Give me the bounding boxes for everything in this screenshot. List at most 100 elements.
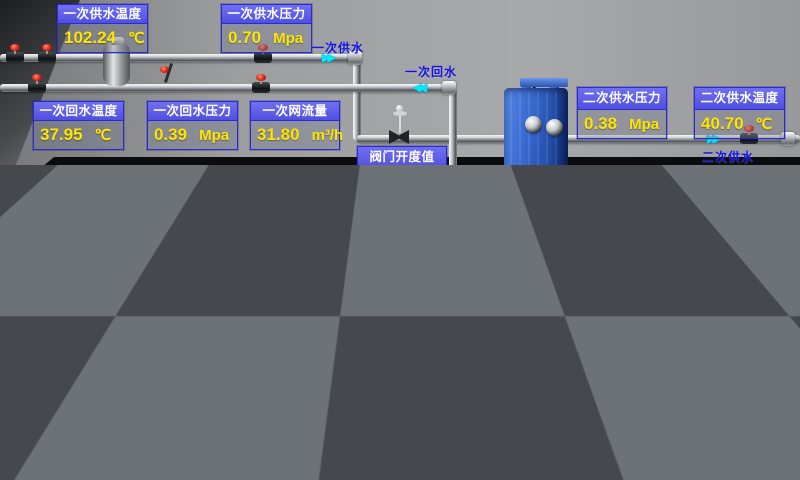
databox-unit: ℃	[756, 270, 773, 288]
databox-secondary-supply-pressure: 二次供水压力 0.38 Mpa	[577, 87, 667, 139]
databox-unit: ℃	[756, 115, 773, 133]
pump-motor-cap	[236, 375, 260, 385]
hmi-scada-screen: ▶▶ ◀◀ ▶▶ ◀◀ ◀◀ ▶▶ 一次供水 一次回水 二次供水 二次回水 补水…	[0, 0, 800, 480]
databox-unit: Mpa	[273, 30, 303, 47]
databox-unit: %	[409, 175, 422, 192]
exchanger-port-icon	[543, 191, 558, 206]
databox-unit: m³	[86, 325, 104, 342]
databox-label: 一次网流量	[251, 102, 339, 121]
databox-label: 一次回水温度	[34, 102, 123, 121]
pipe-tank-suction	[128, 386, 210, 393]
databox-value: 0.27	[584, 269, 617, 289]
valve-handwheel-icon	[10, 44, 20, 51]
databox-value: 0.39	[154, 125, 187, 145]
databox-value: 40.70	[701, 114, 744, 134]
databox-value: 5.92	[364, 173, 397, 193]
pipe-label-secondary-return: 二次回水	[715, 308, 767, 325]
databox-unit: Mpa	[629, 271, 659, 288]
databox-secondary-supply-temp: 二次供水温度 40.70 ℃	[694, 87, 785, 139]
databox-value: 1.10	[41, 323, 74, 343]
gate-valve-icon	[6, 47, 24, 63]
databox-primary-return-pressure: 一次回水压力 0.39 Mpa	[147, 101, 238, 150]
databox-unit: ℃	[95, 126, 112, 144]
exchanger-port-icon	[523, 188, 538, 203]
databox-primary-supply-pressure: 一次供水压力 0.70 Mpa	[221, 4, 312, 53]
valve-handwheel-icon	[256, 74, 266, 81]
pump-indicator-window	[245, 389, 254, 406]
pump-ring	[432, 240, 460, 246]
pump-base	[222, 438, 274, 456]
control-valve-handwheel-icon	[393, 111, 407, 116]
databox-value: 36.63	[701, 269, 744, 289]
databox-primary-return-temp: 一次回水温度 37.95 ℃	[33, 101, 124, 150]
gate-valve-icon	[38, 47, 56, 63]
exchanger-port-icon	[525, 116, 542, 133]
pipe-tank-fill	[146, 329, 550, 337]
tank-vent-gooseneck	[124, 260, 155, 281]
databox-label: 一次回水压力	[148, 102, 237, 121]
flow-arrow-icon: ◀◀	[413, 83, 424, 93]
databox-unit: m³/h	[312, 127, 344, 144]
pump-base	[414, 264, 476, 286]
databox-primary-flow: 一次网流量 31.80m³/h	[250, 101, 340, 150]
databox-label: 二次供水压力	[578, 88, 666, 110]
databox-value: 37.95	[40, 125, 83, 145]
databox-primary-supply-temp: 一次供水温度 102.24 ℃	[57, 4, 148, 53]
tank-manhole-icon	[20, 354, 72, 406]
pipe-label-secondary-supply: 二次供水	[702, 148, 754, 165]
sensor-valve-wheel-icon	[160, 66, 169, 73]
pipe-loop-vert	[172, 398, 178, 428]
pipe-primary-return	[0, 84, 446, 92]
pump-indicator-window	[443, 220, 452, 239]
exchanger-top-bar	[520, 78, 568, 87]
databox-unit: Mpa	[199, 127, 229, 144]
databox-secondary-return-pressure: 二次回水压力 0.27 Mpa	[577, 242, 667, 294]
pump-motor-cap	[432, 204, 460, 215]
databox-label: 二次供水温度	[695, 88, 784, 110]
pipe-label-makeup-water: 补水	[581, 399, 607, 416]
databox-label: 补水泵频率	[278, 377, 368, 399]
tank-leg	[12, 432, 23, 454]
databox-label: 二次回水温度	[695, 243, 784, 265]
pipe-flange	[595, 382, 609, 396]
valve-handwheel-icon	[42, 44, 52, 51]
databox-label: 一次供水压力	[222, 5, 311, 24]
pipe-tank-suction	[128, 398, 178, 405]
databox-label: 一次供水温度	[58, 5, 147, 24]
makeup-water-pump	[222, 375, 274, 457]
databox-value: 102.24	[64, 28, 116, 48]
pump-indicator-window	[267, 325, 275, 341]
valve-handwheel-icon	[32, 74, 42, 81]
databox-label: 阀门开度值	[358, 147, 446, 169]
pipe-label-primary-return: 一次回水	[405, 63, 457, 80]
tank-manhole-icon	[72, 354, 124, 406]
pipe-flange	[442, 81, 456, 95]
databox-valve-opening: 阀门开度值 5.92%	[357, 146, 447, 198]
databox-unit: ℃	[128, 29, 145, 47]
circulation-pump	[480, 205, 544, 293]
databox-label: 二次回水压力	[578, 243, 666, 265]
databox-label: 水箱液位高度	[35, 297, 124, 319]
databox-value: 31.80	[257, 125, 300, 145]
databox-makeup-pump-freq: 补水泵频率 33.88 Hz	[277, 376, 369, 428]
databox-value: 0.70	[228, 28, 261, 48]
pipe-label-primary-supply: 一次供水	[312, 39, 364, 56]
pump-indicator-window	[509, 225, 518, 244]
databox-unit: Hz	[339, 405, 357, 422]
databox-value: 0.38	[584, 114, 617, 134]
water-tank	[2, 256, 174, 458]
pump-motor-cap	[498, 209, 526, 220]
pipe-to-exchanger	[357, 135, 519, 143]
flow-arrow-icon: ▶▶	[571, 384, 582, 394]
tank-leg	[62, 432, 73, 454]
pump-ring	[498, 245, 526, 251]
gate-valve-icon	[252, 77, 270, 93]
pipe-primary-supply-drop	[353, 60, 361, 140]
pump-motor-cap	[259, 312, 281, 321]
databox-tank-level: 水箱液位高度 1.10 m³	[34, 296, 125, 348]
databox-value: 33.88	[284, 403, 327, 423]
databox-unit: Mpa	[629, 116, 659, 133]
pipe-flange	[543, 326, 557, 340]
flow-arrow-icon: ◀◀	[515, 328, 526, 338]
databox-secondary-return-temp: 二次回水温度 36.63 ℃	[694, 242, 785, 294]
